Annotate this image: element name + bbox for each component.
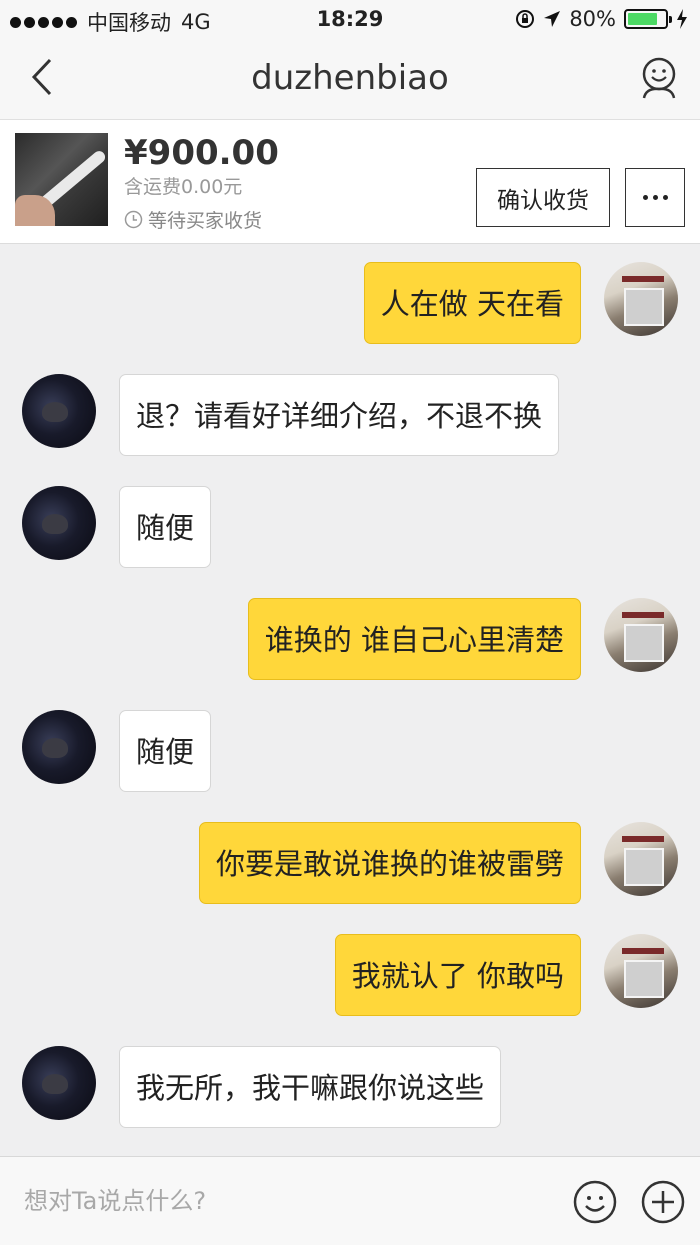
product-price: ¥900.00 <box>124 133 279 173</box>
message-bubble[interactable]: 谁换的 谁自己心里清楚 <box>247 598 581 680</box>
status-right: 80% <box>515 7 688 31</box>
message-row-incoming: 随便 <box>0 710 700 794</box>
battery-icon <box>624 9 672 29</box>
avatar[interactable] <box>22 1046 96 1120</box>
more-dots-icon[interactable] <box>625 168 685 227</box>
message-row-incoming: 退？请看好详细介绍，不退不换 <box>0 374 700 458</box>
avatar[interactable] <box>604 822 678 896</box>
rotation-lock-icon <box>516 10 535 28</box>
location-arrow-icon <box>544 11 561 27</box>
status-bar: 中国移动 4G 18:29 80% <box>0 0 700 38</box>
confirm-receipt-button[interactable]: 确认收货 <box>476 168 610 227</box>
shipping-fee: 含运费0.00元 <box>124 176 243 198</box>
avatar[interactable] <box>604 934 678 1008</box>
message-input[interactable] <box>24 1179 544 1223</box>
chat-list[interactable]: 人在做 天在看 退？请看好详细介绍，不退不换 随便 谁换的 谁自己心里清楚 随便… <box>0 244 700 1156</box>
battery-percent: 80% <box>569 7 616 31</box>
avatar[interactable] <box>604 598 678 672</box>
plus-circle-icon[interactable] <box>640 1179 686 1225</box>
message-row-outgoing: 人在做 天在看 <box>0 262 700 346</box>
avatar[interactable] <box>604 262 678 336</box>
smiley-icon[interactable] <box>572 1179 618 1225</box>
message-bubble[interactable]: 人在做 天在看 <box>363 262 581 344</box>
order-status: 等待买家收货 <box>124 206 262 233</box>
message-bubble[interactable]: 我就认了 你敢吗 <box>334 934 581 1016</box>
page-title: duzhenbiao <box>251 58 449 98</box>
charging-bolt-icon <box>677 9 687 29</box>
message-bubble[interactable]: 你要是敢说谁换的谁被雷劈 <box>198 822 581 904</box>
message-row-outgoing: 你要是敢说谁换的谁被雷劈 <box>0 822 700 906</box>
message-bubble[interactable]: 随便 <box>119 710 212 792</box>
clock-icon <box>124 210 143 229</box>
order-card[interactable]: ¥900.00 含运费0.00元 等待买家收货 确认收货 <box>0 120 700 244</box>
message-row-outgoing: 我就认了 你敢吗 <box>0 934 700 1018</box>
avatar[interactable] <box>22 710 96 784</box>
message-row-incoming: 随便 <box>0 486 700 570</box>
message-bubble[interactable]: 随便 <box>119 486 212 568</box>
message-row-incoming: 我无所，我干嘛跟你说这些 <box>0 1046 700 1130</box>
avatar[interactable] <box>22 374 96 448</box>
product-thumbnail[interactable] <box>15 133 108 226</box>
avatar[interactable] <box>22 486 96 560</box>
message-bubble[interactable]: 退？请看好详细介绍，不退不换 <box>119 374 560 456</box>
input-bar <box>0 1156 700 1245</box>
message-bubble[interactable]: 我无所，我干嘛跟你说这些 <box>119 1046 502 1128</box>
battery-fill <box>628 13 657 25</box>
nav-bar: duzhenbiao <box>0 38 700 120</box>
order-status-text: 等待买家收货 <box>148 210 263 232</box>
message-row-outgoing: 谁换的 谁自己心里清楚 <box>0 598 700 682</box>
user-icon[interactable] <box>636 54 682 100</box>
